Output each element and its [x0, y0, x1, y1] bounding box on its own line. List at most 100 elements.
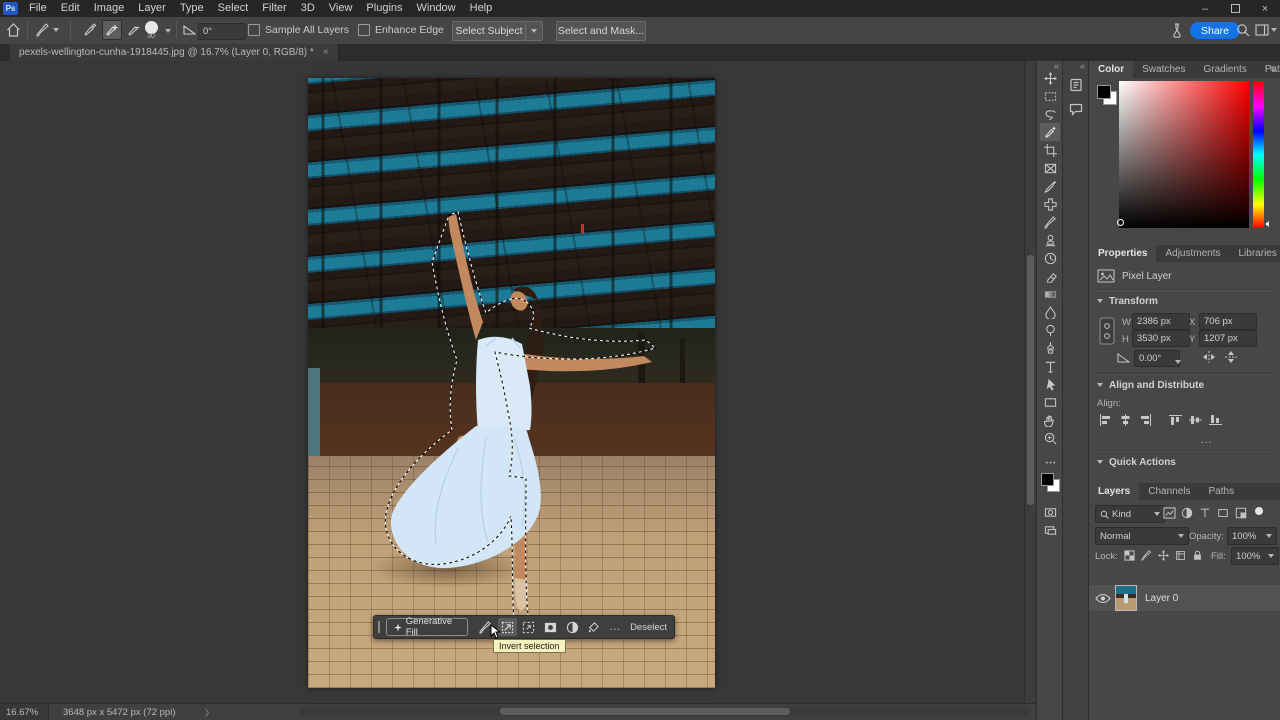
- align-section-header[interactable]: Align and Distribute: [1097, 380, 1204, 391]
- menu-image[interactable]: Image: [87, 0, 132, 17]
- vertical-scrollbar[interactable]: [1024, 61, 1036, 703]
- taskbar-more-button[interactable]: ...: [605, 618, 625, 636]
- tool-move[interactable]: [1040, 69, 1060, 87]
- tab-layers[interactable]: Layers: [1089, 483, 1139, 500]
- tool-frame[interactable]: [1040, 159, 1060, 177]
- tool-zoom[interactable]: [1040, 429, 1060, 447]
- color-picker-marker[interactable]: [1117, 219, 1124, 226]
- menu-filter[interactable]: Filter: [255, 0, 293, 17]
- filter-adjustment-layers-icon[interactable]: [1179, 505, 1195, 521]
- tool-dodge[interactable]: [1040, 321, 1060, 339]
- lock-transparent-pixels-icon[interactable]: [1121, 547, 1137, 563]
- lock-artboard-nesting-icon[interactable]: [1172, 547, 1188, 563]
- tool-history-brush[interactable]: [1040, 249, 1060, 267]
- saturation-brightness-field[interactable]: [1119, 81, 1249, 228]
- menu-file[interactable]: File: [22, 0, 54, 17]
- tool-selection-brush[interactable]: [1040, 123, 1060, 141]
- reference-point-icon[interactable]: [1099, 317, 1115, 345]
- foreground-color-swatch[interactable]: [1041, 473, 1054, 486]
- layer-row[interactable]: Layer 0: [1089, 585, 1280, 611]
- horizontal-scrollbar-thumb[interactable]: [500, 708, 790, 715]
- layer-visibility-eye-icon[interactable]: [1095, 593, 1111, 604]
- lock-all-icon[interactable]: [1189, 547, 1205, 563]
- transform-selection-button[interactable]: [519, 618, 539, 636]
- home-button[interactable]: [6, 17, 21, 43]
- x-field[interactable]: 706 px: [1199, 313, 1257, 330]
- quick-mask-button[interactable]: [1040, 503, 1060, 521]
- vertical-scrollbar-thumb[interactable]: [1027, 255, 1034, 505]
- tool-rectangle[interactable]: [1040, 393, 1060, 411]
- align-bottom-icon[interactable]: [1207, 413, 1223, 427]
- status-arrow-icon[interactable]: 〉: [205, 706, 214, 719]
- menu-3d[interactable]: 3D: [294, 0, 322, 17]
- zoom-level-field[interactable]: 16.67%: [0, 704, 49, 720]
- menu-select[interactable]: Select: [211, 0, 256, 17]
- taskbar-drag-handle[interactable]: [378, 621, 380, 633]
- lock-position-icon[interactable]: [1155, 547, 1171, 563]
- tool-brush[interactable]: [1040, 213, 1060, 231]
- tab-color[interactable]: Color: [1089, 61, 1133, 78]
- create-adjustment-button[interactable]: [562, 618, 582, 636]
- select-and-mask-button[interactable]: Select and Mask...: [556, 21, 646, 41]
- share-button[interactable]: Share: [1190, 22, 1240, 39]
- align-right-icon[interactable]: [1137, 413, 1153, 427]
- add-to-selection-mode-button[interactable]: [102, 20, 122, 40]
- hue-slider-pointer[interactable]: [1265, 221, 1269, 227]
- quick-actions-header[interactable]: Quick Actions: [1097, 457, 1176, 468]
- tool-blur[interactable]: [1040, 303, 1060, 321]
- opacity-select[interactable]: 100%: [1227, 527, 1277, 545]
- select-subject-dropdown[interactable]: [525, 21, 543, 41]
- layer-filter-kind-select[interactable]: Kind: [1095, 505, 1165, 523]
- align-top-icon[interactable]: [1167, 413, 1183, 427]
- rotation-angle-field[interactable]: 0.00°: [1134, 350, 1180, 367]
- menu-edit[interactable]: Edit: [54, 0, 87, 17]
- menu-window[interactable]: Window: [410, 0, 463, 17]
- expand-dock-icon[interactable]: «: [1080, 61, 1085, 71]
- generative-fill-button[interactable]: Generative Fill: [386, 618, 468, 636]
- document-tab[interactable]: pexels-wellington-cunha-1918445.jpg @ 16…: [10, 44, 339, 61]
- menu-plugins[interactable]: Plugins: [359, 0, 409, 17]
- layer-filter-toggle[interactable]: [1255, 507, 1263, 515]
- sample-all-layers-checkbox[interactable]: Sample All Layers: [248, 17, 349, 43]
- lock-image-pixels-icon[interactable]: [1138, 547, 1154, 563]
- tab-adjustments[interactable]: Adjustments: [1156, 245, 1229, 262]
- tool-crop[interactable]: [1040, 141, 1060, 159]
- foreground-color-swatch[interactable]: [1097, 85, 1111, 99]
- layer-name[interactable]: Layer 0: [1145, 593, 1178, 604]
- fill-selection-button[interactable]: [584, 618, 604, 636]
- tab-swatches[interactable]: Swatches: [1133, 61, 1194, 78]
- color-panel-fg-bg[interactable]: [1097, 85, 1119, 107]
- search-button[interactable]: [1236, 17, 1250, 43]
- tool-marquee[interactable]: [1040, 87, 1060, 105]
- height-field[interactable]: 3530 px: [1132, 330, 1190, 347]
- screen-mode-button[interactable]: [1040, 521, 1060, 539]
- tab-patterns[interactable]: Patterns: [1256, 61, 1280, 78]
- tool-preset-picker[interactable]: [36, 17, 59, 43]
- foreground-background-colors[interactable]: [1041, 473, 1059, 491]
- layer-thumbnail[interactable]: [1115, 585, 1137, 611]
- tool-type[interactable]: [1040, 357, 1060, 375]
- deselect-button[interactable]: Deselect: [630, 622, 667, 633]
- edit-toolbar-button[interactable]: [1040, 453, 1060, 471]
- y-field[interactable]: 1207 px: [1199, 330, 1257, 347]
- fill-select[interactable]: 100%: [1231, 547, 1279, 565]
- tool-gradient[interactable]: [1040, 285, 1060, 303]
- tool-hand[interactable]: [1040, 411, 1060, 429]
- align-more-button[interactable]: ...: [1201, 435, 1212, 446]
- close-button[interactable]: ×: [1250, 0, 1280, 17]
- width-field[interactable]: 2386 px: [1132, 313, 1190, 330]
- tool-lasso[interactable]: [1040, 105, 1060, 123]
- enhance-edge-checkbox[interactable]: Enhance Edge: [358, 17, 444, 43]
- horizontal-scrollbar[interactable]: [300, 707, 1030, 716]
- tab-paths[interactable]: Paths: [1200, 483, 1244, 500]
- tool-eyedropper[interactable]: [1040, 177, 1060, 195]
- angle-dropdown[interactable]: [1175, 355, 1181, 367]
- align-middle-vertical-icon[interactable]: [1187, 413, 1203, 427]
- restore-button[interactable]: [1220, 0, 1250, 17]
- minimize-button[interactable]: –: [1190, 0, 1220, 17]
- transform-section-header[interactable]: Transform: [1097, 296, 1158, 307]
- flip-horizontal-icon[interactable]: [1201, 350, 1217, 364]
- canvas-area[interactable]: Generative Fill: [0, 61, 1036, 703]
- tab-properties[interactable]: Properties: [1089, 245, 1156, 262]
- filter-smart-objects-icon[interactable]: [1233, 505, 1249, 521]
